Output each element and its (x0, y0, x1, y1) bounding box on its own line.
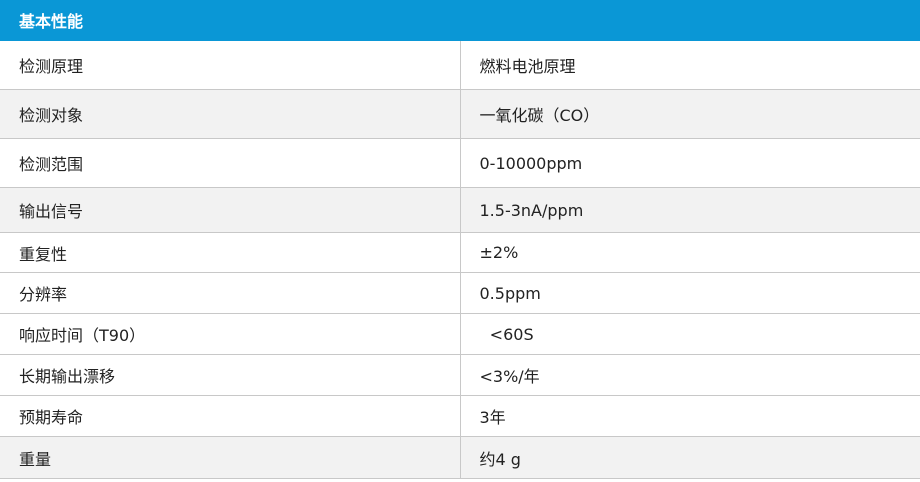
table-row: 长期输出漂移 <3%/年 (0, 354, 920, 396)
row-label: 重复性 (0, 232, 461, 273)
table-row: 重复性 ±2% (0, 232, 920, 273)
row-label: 分辨率 (0, 272, 461, 314)
spec-table: 基本性能 检测原理 燃料电池原理 检测对象 一氧化碳（CO） 检测范围 0-10… (0, 0, 920, 479)
table-row: 输出信号 1.5-3nA/ppm (0, 187, 920, 233)
row-value: 约4 g (460, 436, 920, 479)
row-value: <60S (460, 313, 920, 355)
row-value: 0.5ppm (460, 272, 920, 314)
row-value: <3%/年 (460, 354, 920, 396)
table-row: 重量 约4 g (0, 436, 920, 479)
row-label: 重量 (0, 436, 461, 479)
row-label: 响应时间（T90） (0, 313, 461, 355)
row-value: ±2% (460, 232, 920, 273)
row-value: 一氧化碳（CO） (460, 89, 920, 139)
table-title: 基本性能 (0, 0, 920, 41)
table-row: 检测对象 一氧化碳（CO） (0, 89, 920, 139)
row-value: 0-10000ppm (460, 138, 920, 188)
table-header-row: 基本性能 (0, 0, 920, 41)
row-value: 燃料电池原理 (460, 40, 920, 90)
table-row: 分辨率 0.5ppm (0, 272, 920, 314)
table-row: 检测范围 0-10000ppm (0, 138, 920, 188)
row-label: 检测对象 (0, 89, 461, 139)
row-value: 1.5-3nA/ppm (460, 187, 920, 233)
table-row: 响应时间（T90） <60S (0, 313, 920, 355)
table-row: 检测原理 燃料电池原理 (0, 40, 920, 90)
row-label: 预期寿命 (0, 395, 461, 437)
row-label: 检测范围 (0, 138, 461, 188)
row-label: 输出信号 (0, 187, 461, 233)
row-value: 3年 (460, 395, 920, 437)
row-label: 长期输出漂移 (0, 354, 461, 396)
row-label: 检测原理 (0, 40, 461, 90)
table-row: 预期寿命 3年 (0, 395, 920, 437)
